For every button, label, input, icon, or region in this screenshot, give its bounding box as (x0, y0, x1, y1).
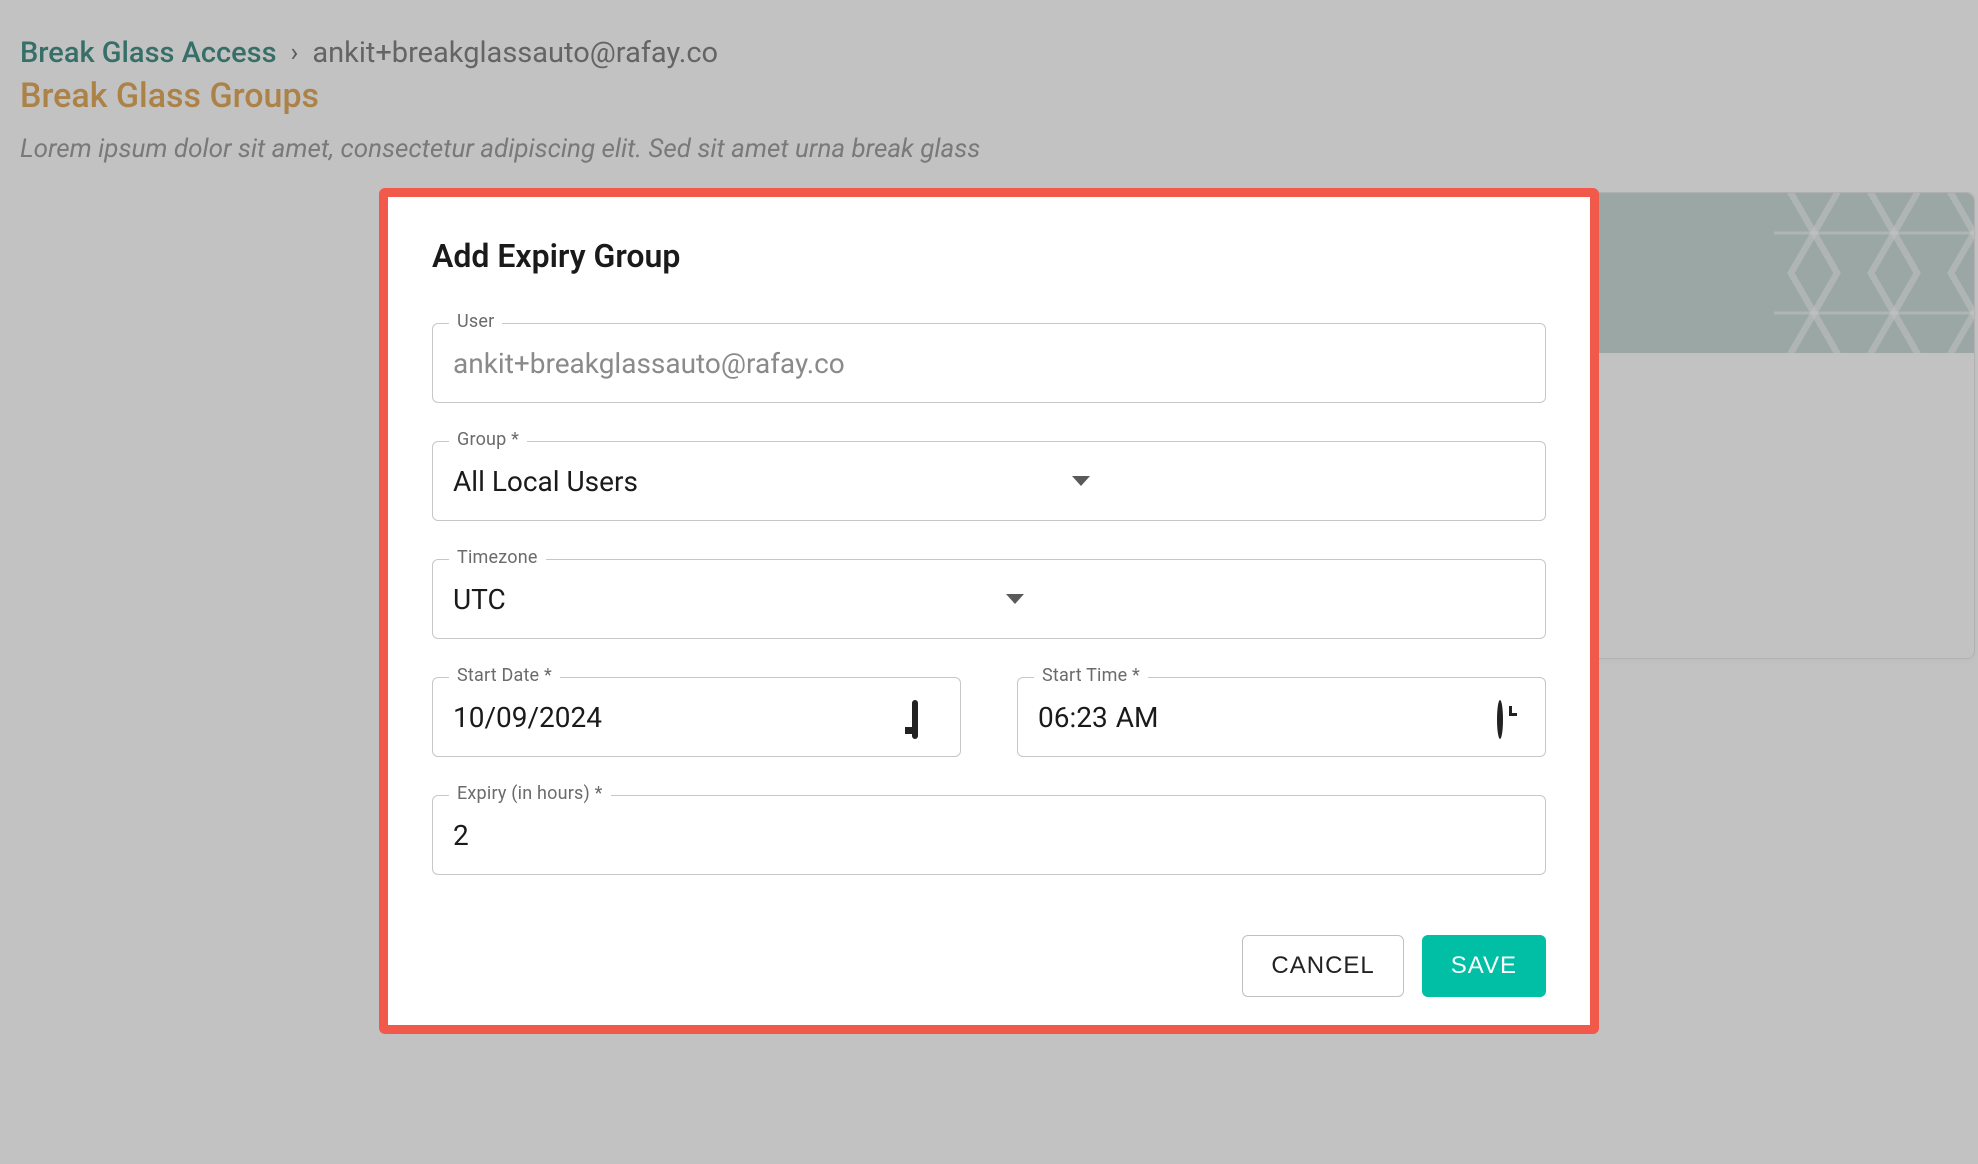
add-expiry-group-modal: Add Expiry Group User ankit+breakglassau… (379, 188, 1599, 1034)
chevron-down-icon (1006, 594, 1024, 604)
clock-icon[interactable] (1497, 703, 1525, 731)
expiry-field[interactable]: Expiry (in hours) * 2 (432, 795, 1546, 875)
start-time-label: Start Time * (1034, 665, 1148, 686)
start-date-label: Start Date * (449, 665, 560, 686)
start-time-value: 06:23 AM (1038, 701, 1158, 734)
start-time-hours: 06:23 (1038, 701, 1108, 734)
start-date-value: 10/09/2024 (453, 701, 602, 734)
modal-actions: CANCEL SAVE (432, 935, 1546, 997)
user-value: ankit+breakglassauto@rafay.co (453, 347, 845, 380)
modal-overlay[interactable]: Add Expiry Group User ankit+breakglassau… (0, 0, 1978, 1164)
start-time-ampm: AM (1116, 701, 1159, 734)
user-field: User ankit+breakglassauto@rafay.co (432, 323, 1546, 403)
expiry-label: Expiry (in hours) * (449, 783, 611, 804)
datetime-row: Start Date * 10/09/2024 Start Time * 06:… (432, 677, 1546, 757)
chevron-down-icon (1072, 476, 1090, 486)
group-value: All Local Users (453, 465, 638, 498)
group-select[interactable]: Group * All Local Users (432, 441, 1546, 521)
timezone-label: Timezone (449, 547, 546, 568)
page-root: Break Glass Access › ankit+breakglassaut… (0, 0, 1978, 1164)
group-label: Group * (449, 429, 527, 450)
modal-title: Add Expiry Group (432, 237, 1546, 275)
save-button[interactable]: SAVE (1422, 935, 1546, 997)
timezone-select[interactable]: Timezone UTC (432, 559, 1546, 639)
user-label: User (449, 311, 502, 332)
start-date-field[interactable]: Start Date * 10/09/2024 (432, 677, 961, 757)
timezone-value: UTC (453, 583, 506, 616)
expiry-value: 2 (453, 819, 469, 852)
cancel-button[interactable]: CANCEL (1242, 935, 1403, 997)
calendar-icon[interactable] (912, 703, 940, 731)
start-time-field[interactable]: Start Time * 06:23 AM (1017, 677, 1546, 757)
